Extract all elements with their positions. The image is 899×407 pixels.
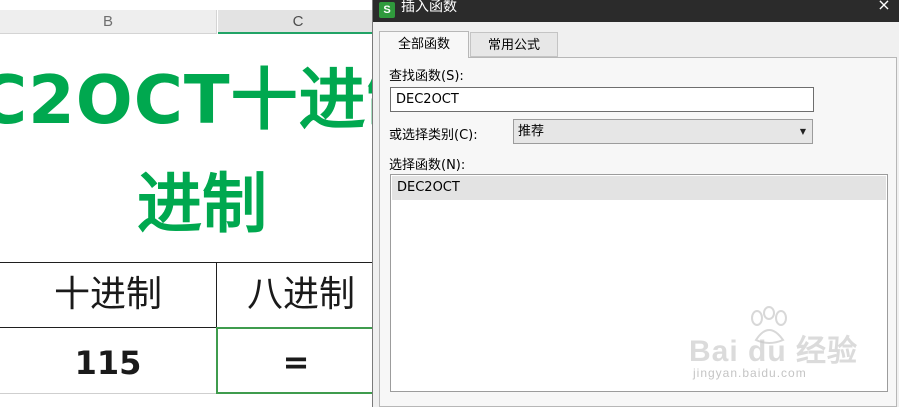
search-function-input[interactable]: DEC2OCT bbox=[390, 87, 814, 112]
close-button[interactable]: × bbox=[872, 0, 896, 18]
insert-function-dialog: S 插入函数 × 全部函数 常用公式 查找函数(S): DEC2OCT 或选择类… bbox=[372, 0, 899, 407]
dropdown-arrow-icon[interactable]: ▼ bbox=[800, 120, 806, 143]
tab-all-functions[interactable]: 全部函数 bbox=[379, 31, 469, 58]
column-header-b[interactable]: B bbox=[0, 10, 217, 34]
sheet-title-line-2: 进制 bbox=[137, 167, 268, 242]
select-function-label: 选择函数(N): bbox=[389, 158, 466, 173]
dialog-titlebar[interactable]: S 插入函数 × bbox=[373, 0, 899, 22]
cell-header-octal[interactable]: 八进制 bbox=[217, 263, 372, 327]
wps-spreadsheet-icon: S bbox=[379, 2, 395, 18]
category-label: 或选择类别(C): bbox=[389, 128, 478, 143]
cell-header-decimal[interactable]: 十进制 bbox=[0, 263, 216, 327]
search-function-label: 查找函数(S): bbox=[389, 69, 464, 84]
category-selected-value: 推荐 bbox=[518, 124, 545, 139]
tab-common-formulas[interactable]: 常用公式 bbox=[470, 32, 558, 57]
function-list[interactable]: DEC2OCT bbox=[390, 174, 888, 392]
spreadsheet-area: B C C2OCT十进制 进制 十进制 八进制 115 = bbox=[0, 0, 372, 407]
column-header-c[interactable]: C bbox=[218, 10, 372, 34]
category-select[interactable]: 推荐 ▼ bbox=[513, 119, 813, 144]
cell-decimal-value[interactable]: 115 bbox=[0, 328, 216, 392]
function-list-item-selected[interactable]: DEC2OCT bbox=[392, 176, 886, 200]
dialog-title: 插入函数 bbox=[401, 0, 457, 15]
tab-panel: 查找函数(S): DEC2OCT 或选择类别(C): 推荐 ▼ 选择函数(N):… bbox=[379, 57, 897, 407]
sheet-title-line-1: C2OCT十进制 bbox=[0, 61, 372, 139]
cell-octal-formula-selected[interactable]: = bbox=[216, 327, 372, 394]
